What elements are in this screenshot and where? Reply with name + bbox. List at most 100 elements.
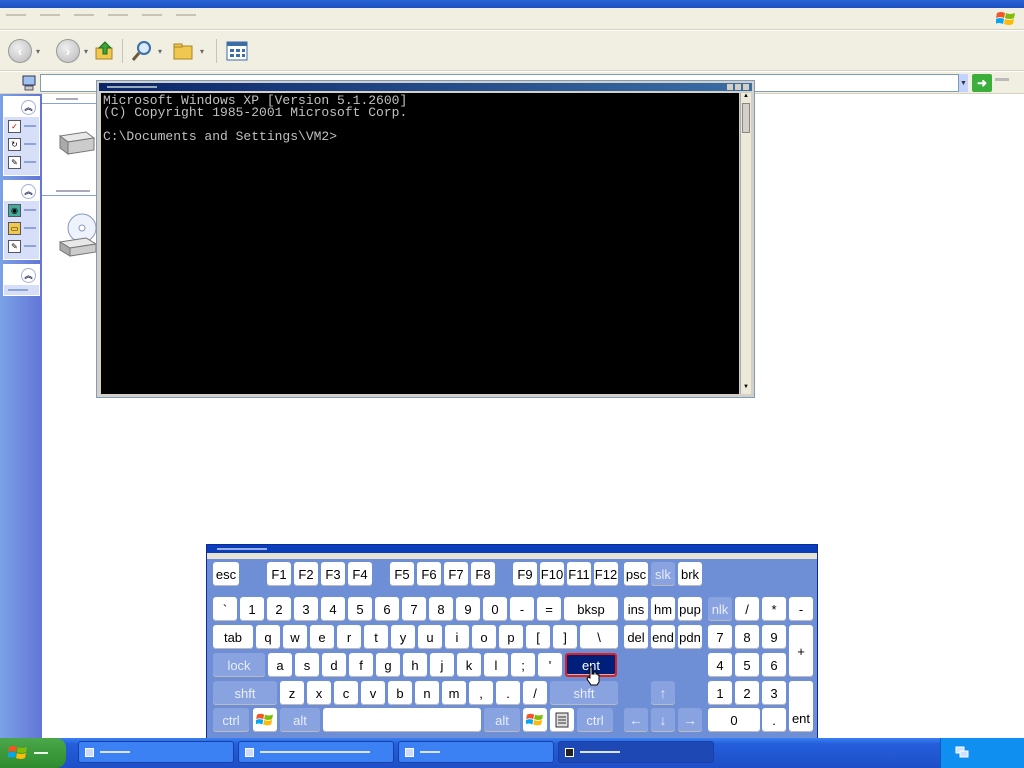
go-arrow-icon[interactable]: ➜: [972, 74, 992, 92]
key-hm[interactable]: hm: [651, 597, 675, 621]
key-i[interactable]: i: [445, 625, 469, 649]
key-4[interactable]: 4: [321, 597, 345, 621]
key-num-5[interactable]: 5: [735, 653, 759, 677]
key-f8[interactable]: F8: [471, 562, 495, 586]
key-arrow-right[interactable]: →: [678, 708, 702, 732]
key-right-alt[interactable]: alt: [484, 708, 520, 732]
collapse-chevron-icon[interactable]: ︽: [21, 99, 36, 115]
task-item[interactable]: ▭: [4, 219, 39, 237]
key-k[interactable]: k: [457, 653, 481, 677]
key-f1[interactable]: F1: [267, 562, 291, 586]
key-brk[interactable]: brk: [678, 562, 702, 586]
key-space[interactable]: [323, 708, 481, 732]
key-f6[interactable]: F6: [417, 562, 441, 586]
key-g[interactable]: g: [376, 653, 400, 677]
key-c[interactable]: c: [334, 681, 358, 705]
task-item[interactable]: ↻: [4, 135, 39, 153]
key-num-slash[interactable]: /: [735, 597, 759, 621]
keyboard-title-bar[interactable]: [207, 545, 817, 553]
taskbar-button[interactable]: [78, 741, 234, 763]
key-period[interactable]: .: [496, 681, 520, 705]
key-arrow-up[interactable]: ↑: [651, 681, 675, 705]
key-num-6[interactable]: 6: [762, 653, 786, 677]
key-arrow-down[interactable]: ↓: [651, 708, 675, 732]
key-a[interactable]: a: [268, 653, 292, 677]
key-num-1[interactable]: 1: [708, 681, 732, 705]
key-tab[interactable]: tab: [213, 625, 253, 649]
key-1[interactable]: 1: [240, 597, 264, 621]
task-item[interactable]: ✎: [4, 237, 39, 255]
key-b[interactable]: b: [388, 681, 412, 705]
key-f12[interactable]: F12: [594, 562, 618, 586]
back-button[interactable]: ‹ ▾: [8, 39, 40, 63]
minimize-button[interactable]: [727, 84, 733, 90]
key-right-ctrl[interactable]: ctrl: [577, 708, 613, 732]
key-num-enter[interactable]: ent: [789, 681, 813, 732]
key-num-4[interactable]: 4: [708, 653, 732, 677]
key-ins[interactable]: ins: [624, 597, 648, 621]
key-left-windows[interactable]: [253, 708, 277, 732]
taskbar-button[interactable]: [238, 741, 394, 763]
key-e[interactable]: e: [310, 625, 334, 649]
key-comma[interactable]: ,: [469, 681, 493, 705]
key-nlk[interactable]: nlk: [708, 597, 732, 621]
key-n[interactable]: n: [415, 681, 439, 705]
key-o[interactable]: o: [472, 625, 496, 649]
forward-button[interactable]: › ▾: [56, 39, 88, 63]
key-num-9[interactable]: 9: [762, 625, 786, 649]
key-m[interactable]: m: [442, 681, 466, 705]
key-f2[interactable]: F2: [294, 562, 318, 586]
key-backslash[interactable]: \: [580, 625, 618, 649]
key-equals[interactable]: =: [537, 597, 561, 621]
key-num-0[interactable]: 0: [708, 708, 760, 732]
vertical-scrollbar[interactable]: ▲ ▼: [740, 93, 751, 394]
key-left-ctrl[interactable]: ctrl: [213, 708, 249, 732]
key-t[interactable]: t: [364, 625, 388, 649]
task-item[interactable]: ◉: [4, 201, 39, 219]
key-f7[interactable]: F7: [444, 562, 468, 586]
key-num-period[interactable]: .: [762, 708, 786, 732]
key-menu[interactable]: [550, 708, 574, 732]
key-del[interactable]: del: [624, 625, 648, 649]
key-num-3[interactable]: 3: [762, 681, 786, 705]
up-button[interactable]: [94, 39, 116, 63]
task-item[interactable]: ✓: [4, 117, 39, 135]
key-psc[interactable]: psc: [624, 562, 648, 586]
key-l[interactable]: l: [484, 653, 508, 677]
key-num-plus[interactable]: +: [789, 625, 813, 677]
key-esc[interactable]: esc: [213, 562, 239, 586]
key-num-8[interactable]: 8: [735, 625, 759, 649]
key-num-minus[interactable]: -: [789, 597, 813, 621]
chevron-down-icon[interactable]: ▼: [958, 74, 968, 92]
key-f4[interactable]: F4: [348, 562, 372, 586]
key-slk[interactable]: slk: [651, 562, 675, 586]
key-right-windows[interactable]: [523, 708, 547, 732]
taskbar-button-active[interactable]: [558, 741, 714, 763]
key-bksp[interactable]: bksp: [564, 597, 618, 621]
key-left-shift[interactable]: shft: [213, 681, 277, 705]
key-quote[interactable]: ': [538, 653, 562, 677]
key-minus[interactable]: -: [510, 597, 534, 621]
key-f10[interactable]: F10: [540, 562, 564, 586]
scroll-thumb[interactable]: [742, 103, 750, 133]
key-h[interactable]: h: [403, 653, 427, 677]
key-slash[interactable]: /: [523, 681, 547, 705]
scroll-down-icon[interactable]: ▼: [741, 384, 751, 394]
key-f5[interactable]: F5: [390, 562, 414, 586]
key-q[interactable]: q: [256, 625, 280, 649]
key-num-2[interactable]: 2: [735, 681, 759, 705]
key-2[interactable]: 2: [267, 597, 291, 621]
collapse-chevron-icon[interactable]: ︽: [21, 267, 36, 283]
collapse-chevron-icon[interactable]: ︽: [21, 183, 36, 199]
key-rbracket[interactable]: ]: [553, 625, 577, 649]
folders-button[interactable]: ▾: [172, 39, 204, 63]
key-z[interactable]: z: [280, 681, 304, 705]
key-0[interactable]: 0: [483, 597, 507, 621]
console-output[interactable]: Microsoft Windows XP [Version 5.1.2600](…: [101, 93, 739, 394]
key-6[interactable]: 6: [375, 597, 399, 621]
key-semicolon[interactable]: ;: [511, 653, 535, 677]
key-8[interactable]: 8: [429, 597, 453, 621]
views-button[interactable]: [226, 39, 248, 63]
key-s[interactable]: s: [295, 653, 319, 677]
key-end[interactable]: end: [651, 625, 675, 649]
